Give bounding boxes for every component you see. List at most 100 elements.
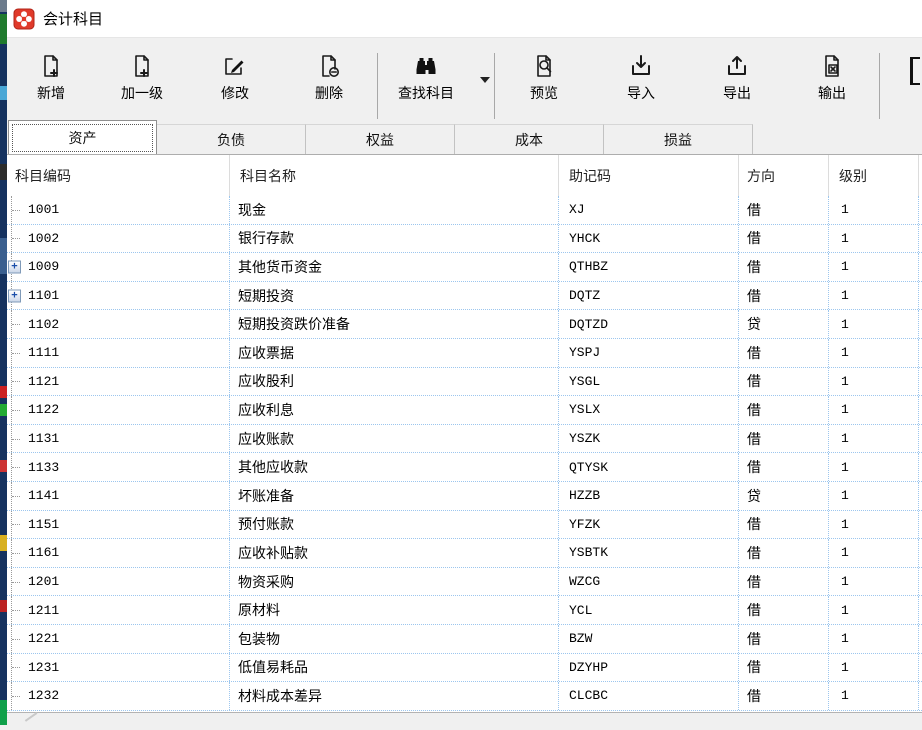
add-level-button[interactable]: 加一级 bbox=[95, 51, 189, 111]
cell-direction: 借 bbox=[739, 253, 829, 281]
table-row[interactable]: 1131 应收账款 YSZK 借 1 bbox=[7, 425, 922, 454]
cell-name: 应收股利 bbox=[230, 368, 559, 396]
doc-new-icon bbox=[38, 51, 64, 81]
column-header-code: 科目编码 bbox=[7, 155, 230, 196]
cell-code: 1161 bbox=[7, 539, 230, 567]
delete-button-label: 删除 bbox=[315, 83, 343, 103]
import-button[interactable]: 导入 bbox=[593, 51, 689, 111]
cell-name: 其他货币资金 bbox=[230, 253, 559, 281]
cell-code: 1201 bbox=[7, 568, 230, 596]
cell-name: 应收票据 bbox=[230, 339, 559, 367]
table-row[interactable]: 1161 应收补贴款 YSBTK 借 1 bbox=[7, 539, 922, 568]
cell-direction: 借 bbox=[739, 596, 829, 624]
table-row[interactable]: 1001 现金 XJ 借 1 bbox=[7, 196, 922, 225]
cell-code: 1221 bbox=[7, 625, 230, 653]
tab-equity[interactable]: 权益 bbox=[306, 124, 455, 154]
preview-button[interactable]: 预览 bbox=[495, 51, 593, 111]
background-window-strip bbox=[0, 0, 7, 725]
subjects-grid: 科目编码 科目名称 助记码 方向 级别 1001 现金 XJ 借 1 1002 … bbox=[7, 154, 922, 712]
tab-profit-loss-label: 损益 bbox=[664, 130, 692, 150]
cell-level: 1 bbox=[829, 225, 919, 253]
tab-equity-label: 权益 bbox=[366, 130, 394, 150]
delete-button[interactable]: 删除 bbox=[281, 51, 377, 111]
cell-level: 1 bbox=[829, 339, 919, 367]
new-button[interactable]: 新增 bbox=[7, 51, 95, 111]
cell-direction: 借 bbox=[739, 654, 829, 682]
cell-mnemonic: QTHBZ bbox=[559, 253, 739, 281]
export-button[interactable]: 导出 bbox=[689, 51, 785, 111]
cell-mnemonic: YCL bbox=[559, 596, 739, 624]
tab-strip: 资产 负债 权益 成本 损益 bbox=[8, 120, 753, 154]
cell-mnemonic: YSGL bbox=[559, 368, 739, 396]
tree-node-tick bbox=[12, 381, 20, 382]
table-row[interactable]: 1133 其他应收款 QTYSK 借 1 bbox=[7, 453, 922, 482]
expand-plus-icon[interactable] bbox=[8, 289, 21, 302]
tree-node-tick bbox=[12, 324, 20, 325]
expand-plus-icon[interactable] bbox=[8, 260, 21, 273]
table-row[interactable]: 1121 应收股利 YSGL 借 1 bbox=[7, 368, 922, 397]
tab-profit-loss[interactable]: 损益 bbox=[604, 124, 753, 154]
table-row[interactable]: 1009 其他货币资金 QTHBZ 借 1 bbox=[7, 253, 922, 282]
table-row[interactable]: 1101 短期投资 DQTZ 借 1 bbox=[7, 282, 922, 311]
cell-level: 1 bbox=[829, 511, 919, 539]
edit-button[interactable]: 修改 bbox=[189, 51, 281, 111]
cell-level: 1 bbox=[829, 368, 919, 396]
cell-direction: 借 bbox=[739, 425, 829, 453]
find-subject-button-label: 查找科目 bbox=[398, 83, 454, 103]
tab-cost[interactable]: 成本 bbox=[455, 124, 604, 154]
cell-mnemonic: DQTZD bbox=[559, 310, 739, 338]
cell-mnemonic: YSPJ bbox=[559, 339, 739, 367]
table-row[interactable]: 1211 原材料 YCL 借 1 bbox=[7, 596, 922, 625]
tree-node-tick bbox=[12, 439, 20, 440]
cut-off-toolbar-icon[interactable] bbox=[910, 57, 920, 85]
tab-liabilities[interactable]: 负债 bbox=[157, 124, 306, 154]
doc-delete-icon bbox=[316, 51, 342, 81]
cell-mnemonic: DQTZ bbox=[559, 282, 739, 310]
cell-direction: 借 bbox=[739, 568, 829, 596]
cell-direction: 借 bbox=[739, 539, 829, 567]
tab-focus-rect bbox=[12, 124, 153, 152]
column-header-mnemonic: 助记码 bbox=[559, 155, 739, 196]
table-row[interactable]: 1111 应收票据 YSPJ 借 1 bbox=[7, 339, 922, 368]
edit-icon bbox=[222, 51, 248, 81]
tree-node-tick bbox=[12, 553, 20, 554]
cell-level: 1 bbox=[829, 482, 919, 510]
cell-direction: 借 bbox=[739, 368, 829, 396]
tree-node-tick bbox=[12, 610, 20, 611]
cell-direction: 借 bbox=[739, 625, 829, 653]
cell-code: 1141 bbox=[7, 482, 230, 510]
table-row[interactable]: 1201 物资采购 WZCG 借 1 bbox=[7, 568, 922, 597]
table-row[interactable]: 1102 短期投资跌价准备 DQTZD 贷 1 bbox=[7, 310, 922, 339]
cell-direction: 借 bbox=[739, 339, 829, 367]
cell-direction: 贷 bbox=[739, 310, 829, 338]
tab-cost-label: 成本 bbox=[515, 130, 543, 150]
preview-button-label: 预览 bbox=[530, 83, 558, 103]
cell-mnemonic: QTYSK bbox=[559, 453, 739, 481]
output-button[interactable]: 输出 bbox=[785, 51, 879, 111]
table-row[interactable]: 1141 坏账准备 HZZB 贷 1 bbox=[7, 482, 922, 511]
table-row[interactable]: 1151 预付账款 YFZK 借 1 bbox=[7, 511, 922, 540]
table-row[interactable]: 1221 包装物 BZW 借 1 bbox=[7, 625, 922, 654]
table-row[interactable]: 1002 银行存款 YHCK 借 1 bbox=[7, 225, 922, 254]
cell-direction: 借 bbox=[739, 225, 829, 253]
cell-name: 短期投资 bbox=[230, 282, 559, 310]
window-title: 会计科目 bbox=[43, 8, 103, 29]
cell-level: 1 bbox=[829, 539, 919, 567]
find-dropdown-arrow-icon[interactable] bbox=[480, 77, 490, 83]
find-subject-group: 查找科目 bbox=[378, 51, 494, 111]
tab-assets[interactable]: 资产 bbox=[8, 120, 157, 154]
cell-code: 1001 bbox=[7, 196, 230, 224]
table-row[interactable]: 1232 材料成本差异 CLCBC 借 1 bbox=[7, 682, 922, 711]
cell-direction: 借 bbox=[739, 282, 829, 310]
cell-name: 低值易耗品 bbox=[230, 654, 559, 682]
excel-output-icon bbox=[819, 51, 845, 81]
cell-level: 1 bbox=[829, 425, 919, 453]
accounting-subjects-window: 会计科目 新增 加一级 bbox=[7, 0, 922, 725]
cell-direction: 借 bbox=[739, 511, 829, 539]
table-row[interactable]: 1231 低值易耗品 DZYHP 借 1 bbox=[7, 654, 922, 683]
cell-mnemonic: HZZB bbox=[559, 482, 739, 510]
find-subject-button[interactable]: 查找科目 bbox=[378, 51, 474, 111]
cell-name: 原材料 bbox=[230, 596, 559, 624]
table-row[interactable]: 1122 应收利息 YSLX 借 1 bbox=[7, 396, 922, 425]
cell-code: 1121 bbox=[7, 368, 230, 396]
